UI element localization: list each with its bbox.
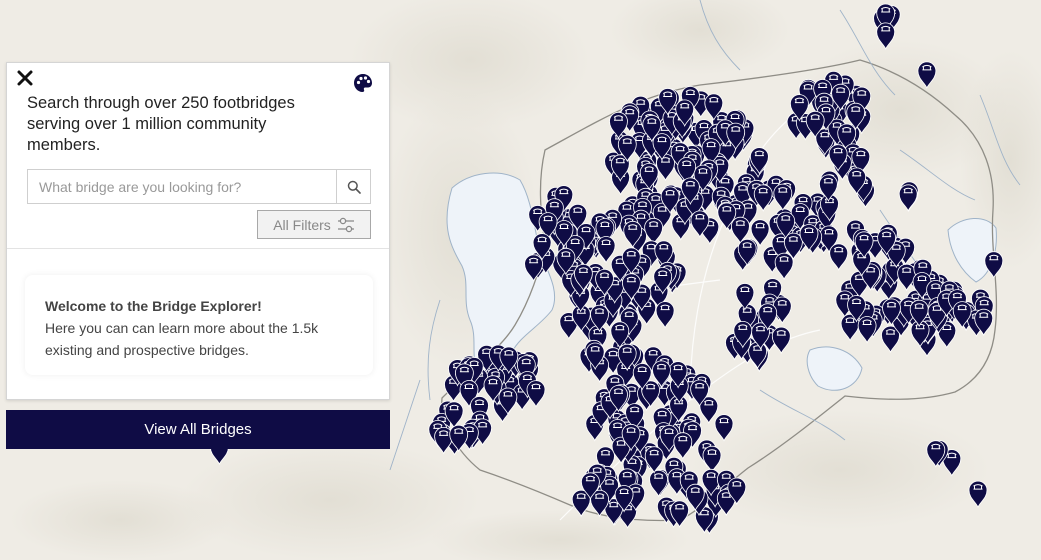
all-filters-label: All Filters — [273, 216, 331, 233]
sliders-icon — [337, 217, 354, 232]
panel-divider — [7, 248, 389, 249]
all-filters-button[interactable]: All Filters — [257, 210, 371, 239]
palette-icon — [354, 74, 372, 92]
welcome-body: Here you can can learn more about the 1.… — [45, 320, 319, 358]
intro-text: Search through over 250 footbridges serv… — [27, 94, 295, 154]
close-button[interactable] — [16, 69, 34, 87]
search-icon — [347, 180, 361, 194]
palette-button[interactable] — [353, 73, 373, 93]
welcome-title: Welcome to the Bridge Explorer! — [45, 298, 262, 314]
close-icon — [17, 70, 33, 86]
search-input[interactable] — [28, 170, 336, 203]
search-panel: Search through over 250 footbridges serv… — [6, 62, 390, 400]
search-box — [27, 169, 371, 204]
view-all-bridges-button[interactable]: View All Bridges — [6, 410, 390, 449]
search-button[interactable] — [336, 170, 370, 203]
welcome-card: Welcome to the Bridge Explorer! Here you… — [25, 275, 373, 375]
